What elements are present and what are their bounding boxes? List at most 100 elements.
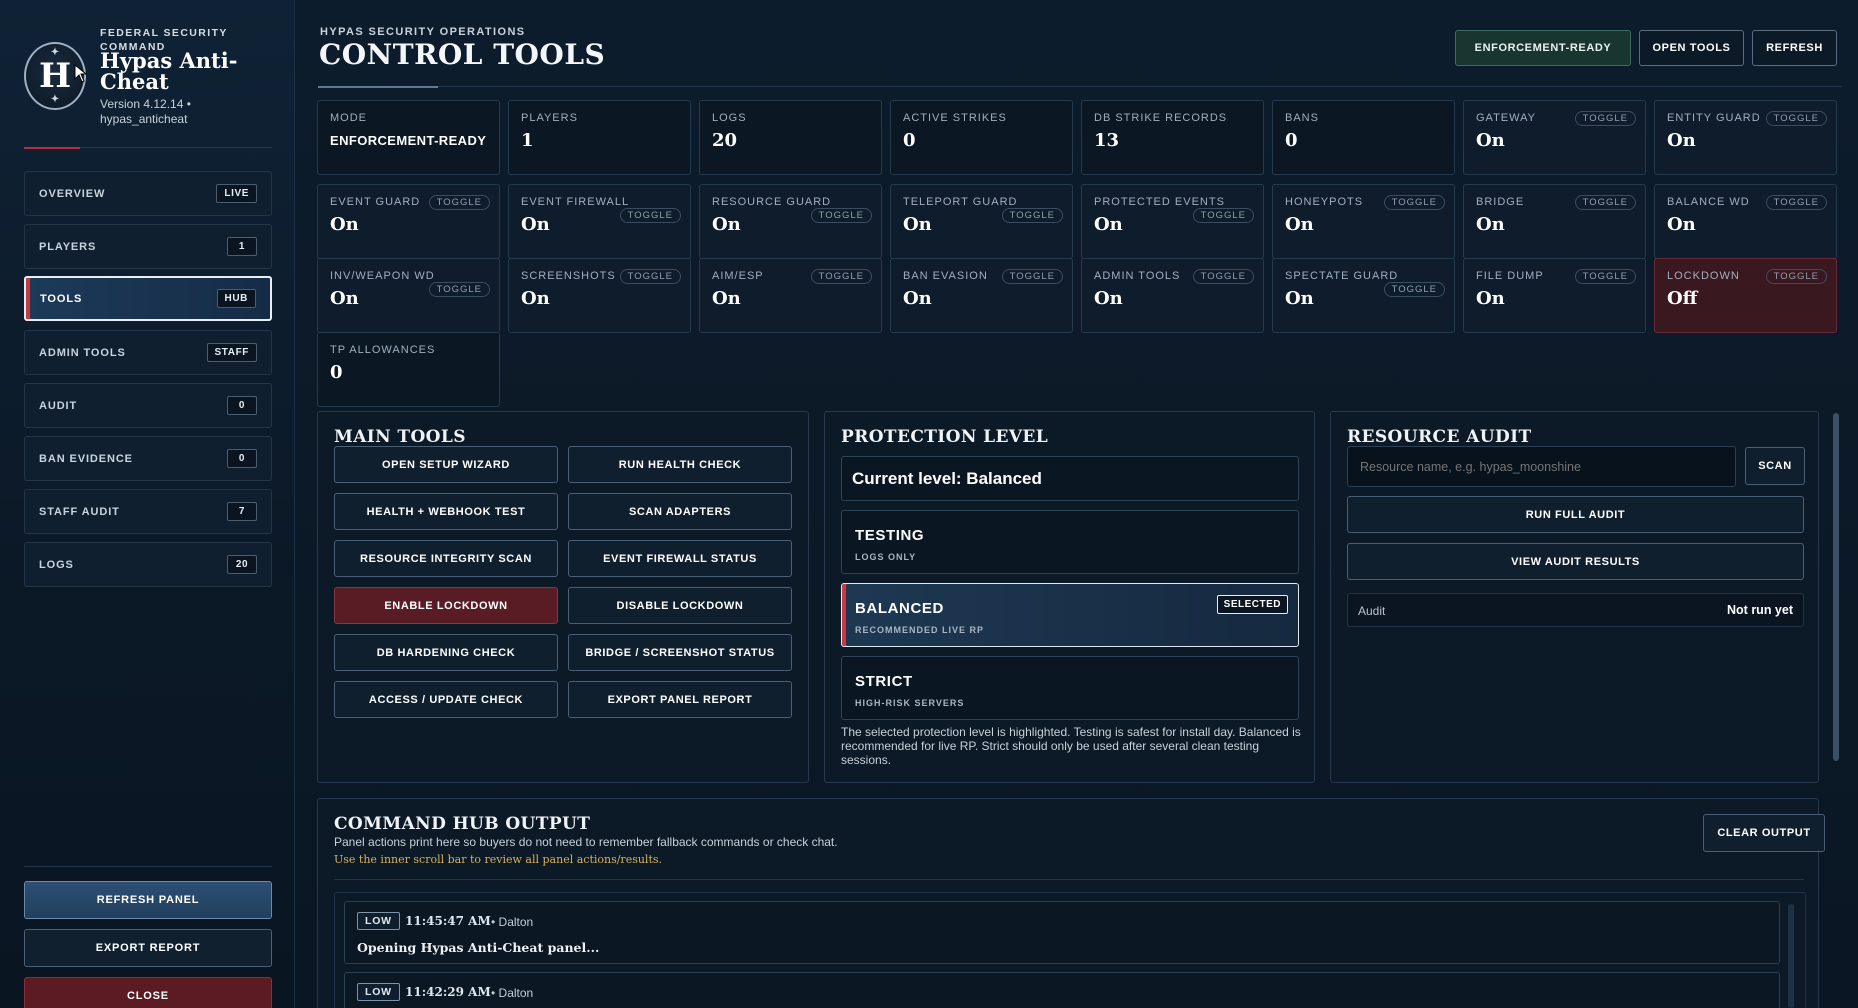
app-window: ✦ H ✦ FEDERAL SECURITY COMMAND Hypas Ant… bbox=[0, 0, 1858, 1008]
page-scrollbar[interactable] bbox=[1833, 413, 1839, 761]
toggle-card-event-firewall[interactable]: EVENT FIREWALL On TOGGLE bbox=[508, 184, 691, 259]
toggle-card-spectate-guard[interactable]: SPECTATE GUARD On TOGGLE bbox=[1272, 258, 1455, 333]
disable-lockdown-button[interactable]: DISABLE LOCKDOWN bbox=[568, 587, 792, 624]
toggle-card-lockdown[interactable]: LOCKDOWN Off TOGGLE bbox=[1654, 258, 1837, 333]
brand-version: Version 4.12.14 • hypas_anticheat bbox=[100, 97, 191, 126]
stat-value: 20 bbox=[712, 130, 738, 151]
run-full-audit-button[interactable]: RUN FULL AUDIT bbox=[1347, 496, 1804, 533]
view-audit-results-button[interactable]: VIEW AUDIT RESULTS bbox=[1347, 543, 1804, 580]
log-entry: LOW 11:42:29 AM • Dalton bbox=[344, 972, 1780, 1008]
export-panel-report-button[interactable]: EXPORT PANEL REPORT bbox=[568, 681, 792, 718]
access-update-check-button[interactable]: ACCESS / UPDATE CHECK bbox=[334, 681, 558, 718]
sidebar-item-label: AUDIT bbox=[39, 399, 78, 412]
db-hardening-check-button[interactable]: DB HARDENING CHECK bbox=[334, 634, 558, 671]
toggle-button[interactable]: TOGGLE bbox=[1383, 282, 1445, 297]
sidebar-item-tools[interactable]: TOOLS HUB bbox=[24, 276, 272, 321]
toggle-card-entity-guard[interactable]: ENTITY GUARD On TOGGLE bbox=[1654, 100, 1837, 175]
open-tools-button[interactable]: OPEN TOOLS bbox=[1639, 30, 1744, 66]
level-option-balanced[interactable]: BALANCED RECOMMENDED LIVE RP SELECTED bbox=[841, 583, 1299, 647]
toggle-button[interactable]: TOGGLE bbox=[1192, 269, 1254, 284]
current-level-text: Current level: Balanced bbox=[852, 469, 1042, 488]
resource-name-input[interactable] bbox=[1347, 446, 1736, 487]
sidebar-item-badge: HUB bbox=[216, 289, 256, 308]
export-report-button[interactable]: EXPORT REPORT bbox=[24, 929, 272, 967]
toggle-card-bridge[interactable]: BRIDGE On TOGGLE bbox=[1463, 184, 1646, 259]
refresh-button[interactable]: REFRESH bbox=[1752, 30, 1837, 66]
health-webhook-test-button[interactable]: HEALTH + WEBHOOK TEST bbox=[334, 493, 558, 530]
audit-status-row: Audit Not run yet bbox=[1347, 593, 1804, 627]
toggle-card-admin-tools[interactable]: ADMIN TOOLS On TOGGLE bbox=[1081, 258, 1264, 333]
sidebar-item-badge: 0 bbox=[227, 449, 257, 468]
audit-status-label: Audit bbox=[1358, 604, 1386, 618]
refresh-panel-button[interactable]: REFRESH PANEL bbox=[24, 881, 272, 919]
enable-lockdown-button[interactable]: ENABLE LOCKDOWN bbox=[334, 587, 558, 624]
toggle-card-ban-evasion[interactable]: BAN EVASION On TOGGLE bbox=[890, 258, 1073, 333]
toggle-button[interactable]: TOGGLE bbox=[1383, 195, 1445, 210]
toggle-button[interactable]: TOGGLE bbox=[810, 269, 872, 284]
scan-adapters-button[interactable]: SCAN ADAPTERS bbox=[568, 493, 792, 530]
severity-badge: LOW bbox=[357, 912, 400, 930]
toggle-button[interactable]: TOGGLE bbox=[1574, 269, 1636, 284]
resource-integrity-scan-button[interactable]: RESOURCE INTEGRITY SCAN bbox=[334, 540, 558, 577]
toggle-card-honeypots[interactable]: HONEYPOTS On TOGGLE bbox=[1272, 184, 1455, 259]
brand-name: Hypas Anti-Cheat bbox=[100, 48, 238, 94]
toggle-button[interactable]: TOGGLE bbox=[1574, 195, 1636, 210]
close-button[interactable]: CLOSE bbox=[24, 977, 272, 1008]
sidebar-item-ban-evidence[interactable]: BAN EVIDENCE 0 bbox=[24, 436, 272, 481]
stat-value: 13 bbox=[1094, 130, 1120, 151]
sidebar-item-label: BAN EVIDENCE bbox=[39, 452, 133, 465]
toggle-card-resource-guard[interactable]: RESOURCE GUARD On TOGGLE bbox=[699, 184, 882, 259]
toggle-card-inv-weapon-wd[interactable]: INV/WEAPON WD On TOGGLE bbox=[317, 258, 500, 333]
stat-card-players: PLAYERS 1 bbox=[508, 100, 691, 175]
sidebar-item-label: ADMIN TOOLS bbox=[39, 346, 126, 359]
run-health-check-button[interactable]: RUN HEALTH CHECK bbox=[568, 446, 792, 483]
level-name: STRICT bbox=[855, 673, 913, 690]
toggle-value: On bbox=[1476, 130, 1505, 151]
toggle-label: INV/WEAPON WD bbox=[330, 270, 435, 282]
divider bbox=[334, 879, 1804, 880]
sidebar-item-players[interactable]: PLAYERS 1 bbox=[24, 224, 272, 269]
toggle-button[interactable]: TOGGLE bbox=[619, 208, 681, 223]
toggle-button[interactable]: TOGGLE bbox=[1574, 111, 1636, 126]
toggle-button[interactable]: TOGGLE bbox=[1765, 195, 1827, 210]
sidebar-item-logs[interactable]: LOGS 20 bbox=[24, 542, 272, 587]
toggle-card-aim-esp[interactable]: AIM/ESP On TOGGLE bbox=[699, 258, 882, 333]
toggle-button[interactable]: TOGGLE bbox=[1001, 269, 1063, 284]
toggle-card-file-dump[interactable]: FILE DUMP On TOGGLE bbox=[1463, 258, 1646, 333]
sidebar-item-badge: 0 bbox=[227, 396, 257, 415]
toggle-card-balance-wd[interactable]: BALANCE WD On TOGGLE bbox=[1654, 184, 1837, 259]
sidebar-item-staff-audit[interactable]: STAFF AUDIT 7 bbox=[24, 489, 272, 534]
scan-button[interactable]: SCAN bbox=[1745, 447, 1805, 485]
clear-output-button[interactable]: CLEAR OUTPUT bbox=[1703, 814, 1825, 852]
level-sub: LOGS ONLY bbox=[855, 552, 917, 562]
toggle-value: Off bbox=[1667, 288, 1698, 309]
sidebar-item-badge: 20 bbox=[227, 555, 257, 574]
toggle-button[interactable]: TOGGLE bbox=[810, 208, 872, 223]
toggle-button[interactable]: TOGGLE bbox=[1001, 208, 1063, 223]
level-option-strict[interactable]: STRICT HIGH-RISK SERVERS bbox=[841, 656, 1299, 720]
sidebar-item-overview[interactable]: OVERVIEW LIVE bbox=[24, 171, 272, 216]
toggle-card-gateway[interactable]: GATEWAY On TOGGLE bbox=[1463, 100, 1646, 175]
toggle-button[interactable]: TOGGLE bbox=[1765, 269, 1827, 284]
toggle-card-teleport-guard[interactable]: TELEPORT GUARD On TOGGLE bbox=[890, 184, 1073, 259]
sidebar-item-admin-tools[interactable]: ADMIN TOOLS STAFF bbox=[24, 330, 272, 375]
open-setup-wizard-button[interactable]: OPEN SETUP WIZARD bbox=[334, 446, 558, 483]
toggle-button[interactable]: TOGGLE bbox=[428, 195, 490, 210]
toggle-button[interactable]: TOGGLE bbox=[619, 269, 681, 284]
sidebar-item-audit[interactable]: AUDIT 0 bbox=[24, 383, 272, 428]
toggle-button[interactable]: TOGGLE bbox=[1765, 111, 1827, 126]
enforcement-ready-button[interactable]: ENFORCEMENT-READY bbox=[1455, 30, 1631, 66]
toggle-button[interactable]: TOGGLE bbox=[428, 282, 490, 297]
toggle-card-protected-events[interactable]: PROTECTED EVENTS On TOGGLE bbox=[1081, 184, 1264, 259]
output-scrollbar[interactable] bbox=[1788, 904, 1794, 1008]
toggle-card-event-guard[interactable]: EVENT GUARD On TOGGLE bbox=[317, 184, 500, 259]
bridge-screenshot-status-button[interactable]: BRIDGE / SCREENSHOT STATUS bbox=[568, 634, 792, 671]
event-firewall-status-button[interactable]: EVENT FIREWALL STATUS bbox=[568, 540, 792, 577]
toggle-button[interactable]: TOGGLE bbox=[1192, 208, 1254, 223]
stat-value: 0 bbox=[903, 130, 916, 151]
output-hint: Use the inner scroll bar to review all p… bbox=[334, 853, 663, 866]
sidebar-item-badge: 1 bbox=[227, 237, 257, 256]
level-option-testing[interactable]: TESTING LOGS ONLY bbox=[841, 510, 1299, 574]
resource-audit-panel: RESOURCE AUDIT SCAN RUN FULL AUDIT VIEW … bbox=[1330, 411, 1819, 783]
toggle-card-screenshots[interactable]: SCREENSHOTS On TOGGLE bbox=[508, 258, 691, 333]
